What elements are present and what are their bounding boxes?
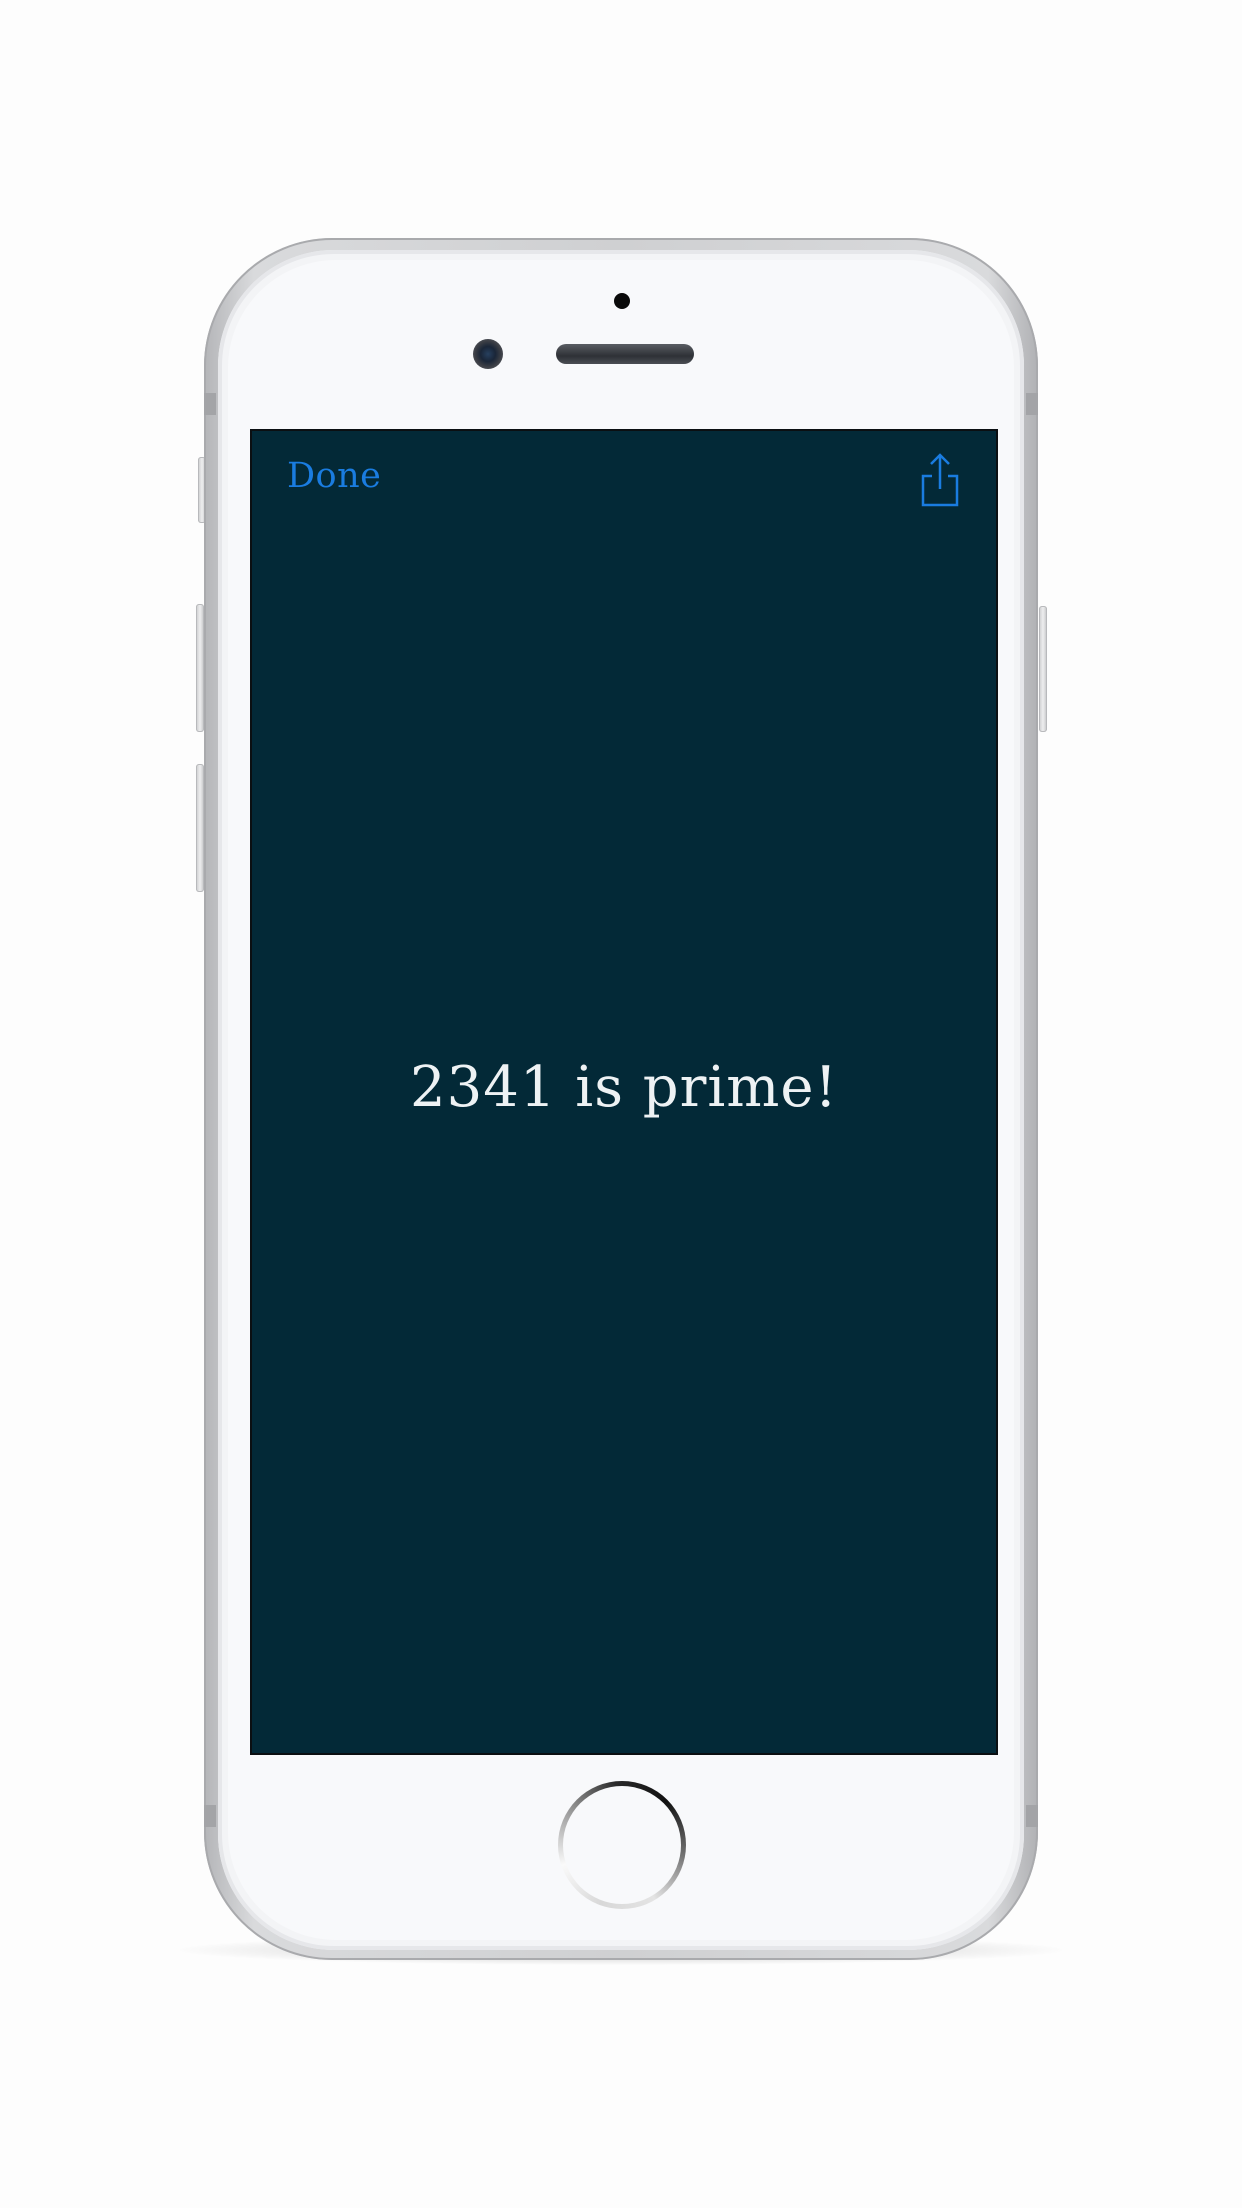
share-icon [921,453,959,507]
front-camera [473,339,503,369]
power-button [1039,606,1047,732]
antenna-band-top-right [1026,393,1038,415]
proximity-sensor [614,293,630,309]
home-button[interactable] [558,1781,686,1909]
volume-down-button [196,764,204,892]
antenna-band-bottom-right [1026,1805,1038,1827]
volume-up-button [196,604,204,732]
done-button[interactable]: Done [287,456,381,496]
home-button-face [563,1786,681,1904]
earpiece-speaker [556,344,694,364]
share-button[interactable] [918,452,962,508]
antenna-band-top-left [204,393,216,415]
antenna-band-bottom-left [204,1805,216,1827]
result-message: 2341 is prime! [409,1055,839,1120]
app-screen: Done 2341 is prime! [252,431,996,1753]
